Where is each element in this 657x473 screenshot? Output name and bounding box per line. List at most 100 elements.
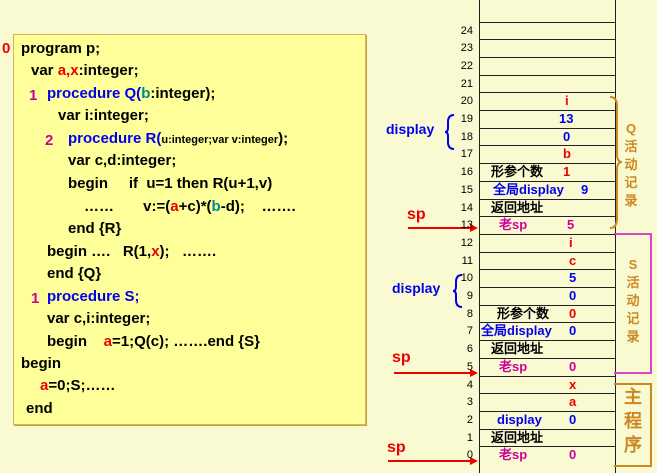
q-activation-record-label: Q活动记录 [622,120,640,210]
stack-index-15: 15 [460,183,473,196]
stack-index-17: 17 [460,148,473,161]
level-number-0: 0 [2,40,11,57]
stack-index-0: 0 [466,449,473,462]
stack-row-divider [479,375,615,377]
stack-index-6: 6 [466,343,473,356]
stack-cell-0: 老sp [499,447,528,463]
stack-index-14: 14 [460,201,473,214]
stack-cell-2: display [497,411,542,427]
stack-cell-15: 9 [581,181,589,197]
s-record-char: 活 [626,275,640,290]
code-line-begin-main: begin [21,355,61,372]
stack-index-16: 16 [460,166,473,179]
stack-index-9: 9 [466,290,473,302]
stack-cell-16: 形参个数 [491,164,544,180]
main-program-label: 主程序 [624,385,642,457]
stack-row-divider [479,287,615,288]
stack-cell-13: 老sp [499,217,528,233]
stack-cell-15: 全局display [493,181,564,197]
stack-cell-5: 0 [569,358,577,374]
code-line-var-c-i: var c,i:integer; [47,310,151,327]
q-record-char: 记 [624,175,638,190]
q-record-char: Q [625,121,637,136]
stack-cell-14: 返回地址 [491,199,544,215]
stack-index-5: 5 [466,360,473,373]
stack-index-1: 1 [466,431,473,444]
stack-index-21: 21 [460,77,473,90]
stack-row-divider [479,39,615,41]
code-line-procedure-r: procedure R(u:integer;var v:integer); [68,130,289,147]
level-number-2-r: 2 [45,132,54,149]
stack-row-divider [479,92,615,94]
stack-index-22: 22 [460,59,473,72]
stack-row-divider [479,269,615,271]
stack-row-divider [479,21,615,23]
code-line-var-c-d: var c,d:integer; [68,152,177,169]
stack-cell-2: 0 [569,411,577,427]
stack-cell-6: 返回地址 [491,341,544,357]
stack-row-divider [479,56,615,58]
stack-index-13: 13 [460,219,473,232]
s-record-char: 动 [626,293,640,308]
code-line-end-q: end {Q} [47,265,102,282]
stack-row-divider [479,233,615,235]
s-record-char: 录 [626,329,640,344]
stack-index-2: 2 [466,413,473,426]
stack-cell-8: 形参个数 [497,305,550,321]
stack-cell-1: 返回地址 [491,429,544,445]
q-record-char: 活 [624,139,638,154]
stack-row-divider [479,251,615,253]
display-label-q: display [386,121,435,137]
stack-index-18: 18 [460,130,473,143]
stack-cell-7: 0 [569,323,577,339]
stack-row-divider [479,393,615,395]
level-number-1-s: 1 [31,290,40,307]
stack-index-12: 12 [460,236,473,249]
code-line-end-main: end [26,400,53,417]
stack-row-divider [479,127,615,129]
stack-cell-3: a [569,394,577,410]
stack-index-3: 3 [466,396,473,409]
code-line-assign-v: …… v:=(a+c)*(b-d); ……. [84,198,296,215]
stack-index-19: 19 [460,113,473,125]
stack-index-7: 7 [466,325,473,338]
code-line-procedure-s: procedure S; [47,288,140,305]
stack-cell-11: c [569,252,577,268]
stack-index-4: 4 [466,378,473,391]
stack-cell-20: i [565,93,569,109]
stack-row-divider [479,74,615,76]
level-number-1-q: 1 [29,87,38,104]
stack-cell-16: 1 [563,164,571,180]
stack-index-11: 11 [461,254,473,267]
stack-index-24: 24 [460,24,473,37]
main-prog-char: 序 [624,435,642,455]
code-line-end-r: end {R} [68,220,122,237]
stack-index-10: 10 [460,272,473,285]
stack-cell-10: 5 [569,270,577,286]
code-line-program: program p; [21,40,101,57]
q-record-char: 动 [624,157,638,172]
stack-index-8: 8 [466,307,473,320]
stack-index-23: 23 [460,42,473,55]
main-prog-char: 主 [624,387,642,407]
stack-cell-18: 0 [563,128,571,144]
stack-row-divider [479,110,615,111]
stack-cell-4: x [569,376,577,392]
stack-cell-7: 全局display [481,323,552,339]
stack-index-20: 20 [460,95,473,108]
s-record-char: S [628,257,638,272]
code-line-begin-s: begin a=1;Q(c); …….end {S} [47,333,260,350]
code-line-var-i: var i:integer; [58,107,149,124]
code-line-procedure-q: procedure Q(b:integer); [47,85,216,102]
stack-cell-19: 13 [559,111,574,126]
stack-cell-17: b [563,146,571,162]
stack-cell-5: 老sp [499,358,528,374]
stack-cell-9: 0 [569,288,577,303]
code-line-var-a-x: var a,x:integer; [31,62,139,79]
s-record-char: 记 [626,311,640,326]
stack-cell-12: i [569,234,573,250]
runtime-stack [479,0,616,473]
stack-cell-0: 0 [569,447,577,463]
code-line-main-body: a=0;S;…… [40,377,116,394]
s-activation-record-label: S活动记录 [624,256,642,346]
